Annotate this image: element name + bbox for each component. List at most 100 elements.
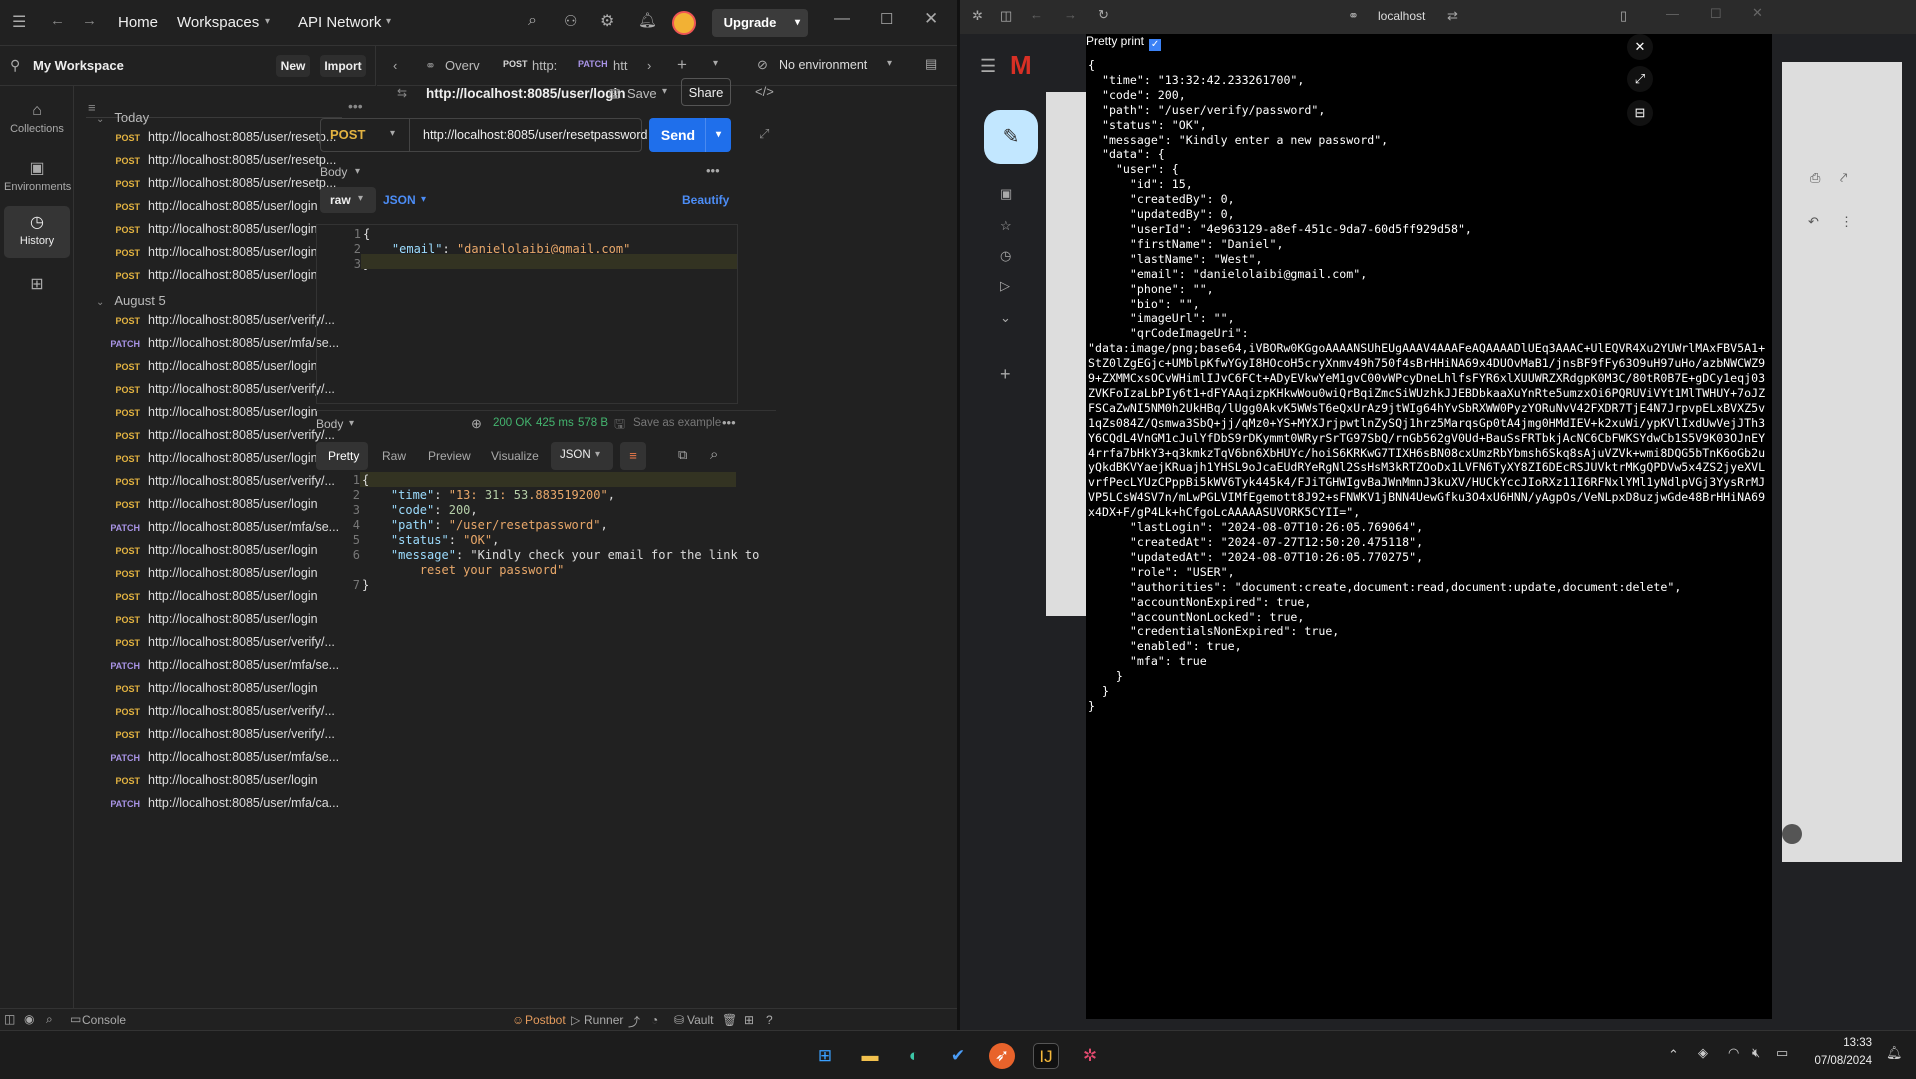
chevron-down-icon[interactable]: ▾	[887, 58, 892, 69]
expand-icon[interactable]: ⤢	[1627, 66, 1653, 92]
sidebar-toggle-icon[interactable]: ◫	[1000, 8, 1012, 24]
todo-check-icon[interactable]: ✔	[945, 1043, 971, 1069]
json-viewer-overlay[interactable]: Pretty print ✓ { "time": "13:32:42.233261…	[1086, 34, 1772, 1019]
tab-visualize[interactable]: Visualize	[491, 449, 539, 463]
close-icon[interactable]: ✕	[924, 9, 938, 29]
maximize-icon[interactable]: ☐	[880, 10, 893, 28]
volume-muted-icon[interactable]: 🔇︎	[1752, 1045, 1760, 1061]
tab-preview[interactable]: Preview	[428, 449, 471, 463]
code-icon[interactable]: </>	[755, 84, 774, 99]
chevron-down-icon[interactable]: ▾	[355, 166, 360, 177]
import-button[interactable]: Import	[320, 55, 366, 77]
send-button[interactable]: Send ▾	[649, 118, 731, 152]
sidebar-item-configure[interactable]: ⊞	[4, 268, 70, 320]
sidebar-item-collections[interactable]: ⌂ Collections	[4, 96, 70, 148]
intellij-icon[interactable]: IJ	[1033, 1043, 1059, 1069]
more-options-icon[interactable]: •••	[348, 98, 363, 114]
tray-app-icon[interactable]: ◈	[1698, 1045, 1708, 1061]
tab-overview[interactable]: Overv	[445, 58, 480, 73]
search-icon[interactable]: ⌕	[528, 12, 537, 30]
url-input[interactable]: http://localhost:8085/user/resetpassword	[423, 128, 647, 142]
save-button[interactable]: Save	[627, 86, 657, 101]
nav-home[interactable]: Home	[118, 14, 158, 31]
pretty-print-toggle[interactable]: Pretty print ✓	[1086, 34, 1162, 52]
chevron-down-icon[interactable]: ▾	[795, 9, 800, 37]
close-icon[interactable]: ✕	[1627, 34, 1653, 60]
close-icon[interactable]: ✕	[1752, 5, 1763, 21]
online-status-icon[interactable]: ◉	[24, 1012, 34, 1026]
print-icon[interactable]: ⎙	[1810, 170, 1820, 186]
request-body-editor[interactable]: 1{2 "email": "danielolaibi@gmail.com"3}	[316, 224, 738, 404]
environment-quick-look-icon[interactable]: ▤	[925, 56, 937, 72]
edge-browser-icon[interactable]: ◐	[901, 1043, 927, 1069]
invite-user-icon[interactable]: ⚇	[564, 12, 577, 30]
help-icon[interactable]: ?	[766, 1013, 773, 1027]
response-size[interactable]: 578 B	[578, 417, 608, 429]
response-format-select[interactable]: JSON ▾	[551, 442, 613, 470]
maximize-icon[interactable]: ☐	[1710, 6, 1722, 22]
nav-api-network[interactable]: API Network	[298, 14, 381, 31]
settings-icon[interactable]: ⚙	[600, 11, 614, 31]
history-group-header[interactable]: ⌄ Today	[96, 110, 149, 125]
request-body-label[interactable]: Body	[320, 165, 347, 179]
more-options-icon[interactable]: •••	[722, 415, 736, 430]
wifi-icon[interactable]: ◠	[1728, 1045, 1739, 1061]
reader-mode-icon[interactable]: ▯	[1620, 8, 1627, 24]
history-item[interactable]: PATCH http://localhost:8085/user/mfa/ca..…	[78, 796, 368, 822]
notifications-bell-icon[interactable]: 🔔︎	[638, 11, 657, 29]
reload-icon[interactable]: ↻	[1098, 7, 1109, 23]
cookies-icon[interactable]: ◔	[651, 1013, 658, 1027]
compose-pencil-icon[interactable]: ✎	[984, 110, 1038, 164]
postbot-button[interactable]: Postbot	[525, 1013, 566, 1027]
chevron-up-icon[interactable]: ⌃	[1668, 1047, 1679, 1063]
vault-button[interactable]: Vault	[687, 1013, 713, 1027]
share-button[interactable]: Share	[681, 78, 731, 106]
tab-pretty[interactable]: Pretty	[328, 449, 359, 463]
star-icon[interactable]: ☆	[1000, 218, 1012, 234]
minimize-icon[interactable]: —	[1666, 6, 1679, 21]
sidebar-item-environments[interactable]: ▣ Environments	[4, 152, 71, 204]
checkbox-checked-icon[interactable]: ✓	[1149, 39, 1162, 51]
layout-icon[interactable]: ⊞	[744, 1013, 754, 1027]
tab-patch-request[interactable]: htt	[613, 58, 627, 73]
file-explorer-icon[interactable]: ▬	[857, 1043, 883, 1069]
battery-icon[interactable]: ▭	[1776, 1045, 1788, 1061]
inbox-icon[interactable]: ▣	[1000, 186, 1012, 202]
browser-app-icon[interactable]: ✲	[1077, 1043, 1103, 1069]
postman-icon[interactable]: ➶	[989, 1043, 1015, 1069]
runner-button[interactable]: Runner	[584, 1013, 623, 1027]
back-arrow-icon[interactable]: ←	[1030, 7, 1043, 22]
avatar[interactable]	[672, 11, 696, 35]
chevron-down-icon[interactable]: ▾	[349, 418, 354, 429]
chevron-right-icon[interactable]: ›	[647, 58, 651, 73]
clock-date[interactable]: 07/08/2024	[1800, 1055, 1872, 1067]
json-select[interactable]: JSON	[383, 193, 416, 207]
environment-selector[interactable]: No environment	[779, 58, 867, 72]
add-label-plus-icon[interactable]: +	[1000, 364, 1011, 385]
chevron-down-icon[interactable]: ▾	[662, 86, 667, 97]
raw-select[interactable]: raw ▾	[320, 187, 376, 213]
request-title[interactable]: http://localhost:8085/user/login	[426, 86, 626, 101]
tab-raw[interactable]: Raw	[382, 449, 406, 463]
response-body-viewer[interactable]: 1{2 "time": "13: 31: 53.883519200", 3 "co…	[316, 472, 759, 672]
more-vertical-icon[interactable]: ⋮	[1840, 214, 1853, 230]
search-icon[interactable]: ⌕	[710, 446, 718, 463]
minimize-icon[interactable]: —	[834, 10, 850, 28]
notifications-bell-icon[interactable]: 🔔︎	[1886, 1045, 1903, 1061]
capture-icon[interactable]: ⤴	[628, 1013, 640, 1030]
find-icon[interactable]: ⌕	[46, 1012, 53, 1027]
console-button[interactable]: Console	[82, 1013, 126, 1027]
trash-icon[interactable]: 🗑︎	[722, 1013, 737, 1027]
address-bar[interactable]: localhost	[1378, 9, 1425, 23]
response-time[interactable]: 425 ms	[536, 417, 574, 429]
send-icon[interactable]: ▷	[1000, 278, 1010, 294]
method-select[interactable]: POST ▾	[320, 118, 410, 152]
menu-icon[interactable]: ☰	[12, 12, 26, 32]
new-button[interactable]: New	[276, 55, 310, 77]
nav-workspaces[interactable]: Workspaces	[177, 14, 259, 31]
pip-icon[interactable]: ⊟	[1627, 100, 1653, 126]
windows-start-icon[interactable]: ⊞	[812, 1043, 838, 1069]
chevron-left-icon[interactable]: ‹	[393, 58, 397, 73]
collapse-icon[interactable]: ⤢	[759, 126, 769, 142]
sidebar-item-history[interactable]: ◷ History	[4, 206, 70, 258]
